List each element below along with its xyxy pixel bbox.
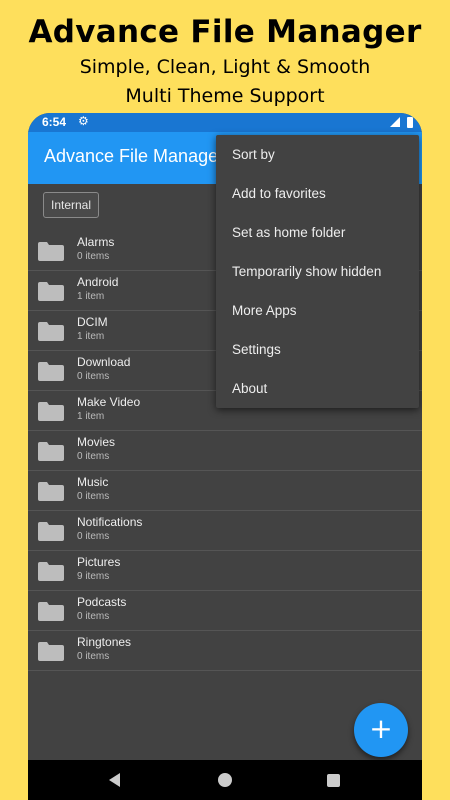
recents-icon[interactable]	[327, 774, 340, 787]
file-item-count: 1 item	[77, 411, 105, 422]
folder-icon	[38, 522, 64, 541]
menu-item-add-to-favorites[interactable]: Add to favorites	[216, 174, 419, 213]
file-name: Alarms	[77, 235, 115, 249]
folder-icon	[38, 642, 64, 661]
file-item-count: 0 items	[77, 491, 110, 502]
file-row[interactable]: Pictures 9 items	[28, 551, 422, 591]
promo-title: Advance File Manager	[28, 14, 422, 50]
file-row[interactable]: Podcasts 0 items	[28, 591, 422, 631]
folder-icon	[38, 242, 64, 261]
add-button[interactable]: +	[354, 703, 408, 757]
menu-item-set-as-home-folder[interactable]: Set as home folder	[216, 213, 419, 252]
overflow-menu: Sort by Add to favorites Set as home folde…	[216, 135, 419, 408]
home-icon[interactable]	[218, 773, 232, 787]
back-icon[interactable]	[109, 773, 120, 787]
signal-icon	[390, 117, 400, 127]
file-name: Podcasts	[77, 595, 127, 609]
folder-icon	[38, 362, 64, 381]
storage-chip-internal[interactable]: Internal	[43, 192, 100, 218]
file-item-count: 0 items	[77, 371, 110, 382]
plus-icon: +	[369, 712, 393, 745]
file-name: Movies	[77, 435, 116, 449]
folder-icon	[38, 442, 64, 461]
file-item-count: 1 item	[77, 331, 105, 342]
file-name: Notifications	[77, 515, 143, 529]
file-item-count: 0 items	[77, 611, 110, 622]
file-row[interactable]: Movies 0 items	[28, 431, 422, 471]
folder-icon	[38, 402, 64, 421]
file-item-count: 0 items	[77, 651, 110, 662]
menu-item-settings[interactable]: Settings	[216, 330, 419, 369]
file-item-count: 1 item	[77, 291, 105, 302]
file-name: Music	[77, 475, 109, 489]
file-item-count: 0 items	[77, 531, 110, 542]
file-row[interactable]: Music 0 items	[28, 471, 422, 511]
file-name: Make Video	[77, 395, 141, 409]
file-item-count: 9 items	[77, 571, 110, 582]
file-row[interactable]: Ringtones 0 items	[28, 631, 422, 671]
folder-icon	[38, 482, 64, 501]
file-name: Android	[77, 275, 119, 289]
folder-icon	[38, 602, 64, 621]
menu-item-about[interactable]: About	[216, 369, 419, 408]
status-bar: 6:54 ⚙	[28, 113, 422, 132]
file-name: Pictures	[77, 555, 121, 569]
file-item-count: 0 items	[77, 451, 110, 462]
file-name: Ringtones	[77, 635, 132, 649]
system-nav-bar	[28, 760, 422, 800]
folder-icon	[38, 562, 64, 581]
file-row[interactable]: Notifications 0 items	[28, 511, 422, 551]
folder-icon	[38, 322, 64, 341]
menu-item-temporarily-show-hidden[interactable]: Temporarily show hidden	[216, 252, 419, 291]
menu-item-more-apps[interactable]: More Apps	[216, 291, 419, 330]
menu-item-sort-by[interactable]: Sort by	[216, 135, 419, 174]
status-time: 6:54	[42, 115, 67, 129]
promo-subtitle-theme: Multi Theme Support	[125, 85, 325, 107]
folder-icon	[38, 282, 64, 301]
file-name: Download	[77, 355, 131, 369]
gear-icon: ⚙	[78, 114, 89, 128]
file-name: DCIM	[77, 315, 108, 329]
promo-subtitle: Simple, Clean, Light & Smooth	[79, 56, 371, 78]
phone-screen: 6:54 ⚙ Advance File Manager Internal Ala…	[28, 113, 422, 800]
app-title: Advance File Manager	[44, 146, 225, 166]
file-item-count: 0 items	[77, 251, 110, 262]
battery-icon	[407, 117, 413, 128]
